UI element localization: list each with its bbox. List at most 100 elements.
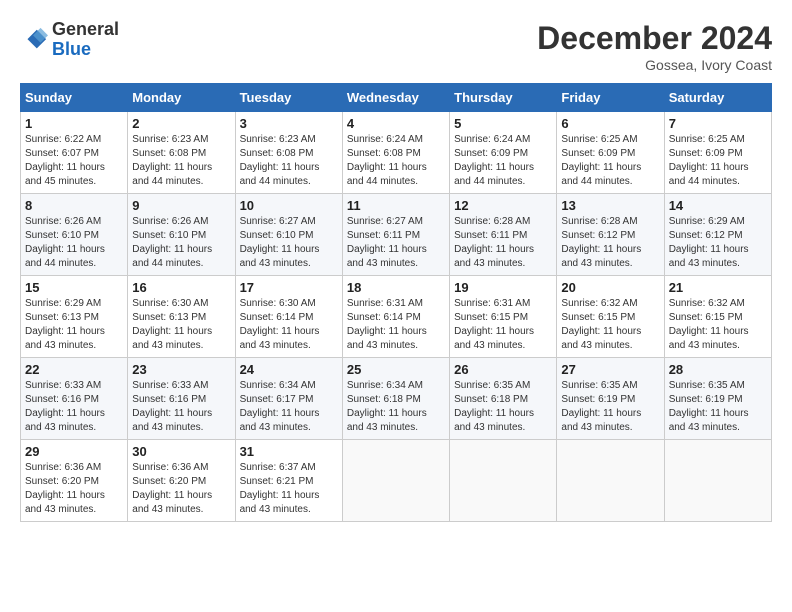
day-detail: Sunrise: 6:34 AM Sunset: 6:17 PM Dayligh… (240, 379, 338, 435)
calendar-cell: 13 Sunrise: 6:28 AM Sunset: 6:12 PM Dayli… (557, 194, 664, 276)
calendar-cell: 28Sunrise: 6:35 AM Sunset: 6:19 PM Dayli… (664, 358, 771, 440)
calendar-cell: 16 Sunrise: 6:30 AM Sunset: 6:13 PM Dayli… (128, 276, 235, 358)
calendar-cell: 22 Sunrise: 6:33 AM Sunset: 6:16 PM Dayli… (21, 358, 128, 440)
day-detail: Sunrise: 6:32 AM Sunset: 6:15 PM Dayligh… (561, 297, 659, 353)
day-detail: Sunrise: 6:30 AM Sunset: 6:14 PM Dayligh… (240, 297, 338, 353)
day-detail: Sunrise: 6:23 AM Sunset: 6:08 PM Dayligh… (240, 133, 338, 189)
logo-text: General Blue (52, 20, 119, 60)
day-detail: Sunrise: 6:25 AM Sunset: 6:09 PM Dayligh… (561, 133, 659, 189)
calendar-cell (557, 440, 664, 522)
calendar-cell: 2 Sunrise: 6:23 AM Sunset: 6:08 PM Daylig… (128, 112, 235, 194)
day-number: 13 (561, 198, 659, 213)
calendar-table: SundayMondayTuesdayWednesdayThursdayFrid… (20, 83, 772, 522)
title-area: December 2024 Gossea, Ivory Coast (537, 20, 772, 73)
day-number: 24 (240, 362, 338, 377)
calendar-cell: 10 Sunrise: 6:27 AM Sunset: 6:10 PM Dayli… (235, 194, 342, 276)
calendar-week-5: 29 Sunrise: 6:36 AM Sunset: 6:20 PM Dayli… (21, 440, 772, 522)
day-number: 3 (240, 116, 338, 131)
day-number: 12 (454, 198, 552, 213)
calendar-week-3: 15 Sunrise: 6:29 AM Sunset: 6:13 PM Dayli… (21, 276, 772, 358)
day-detail: Sunrise: 6:35 AM Sunset: 6:18 PM Dayligh… (454, 379, 552, 435)
month-title: December 2024 (537, 20, 772, 57)
day-number: 27 (561, 362, 659, 377)
calendar-cell (450, 440, 557, 522)
calendar-cell: 31Sunrise: 6:37 AM Sunset: 6:21 PM Dayli… (235, 440, 342, 522)
calendar-cell (664, 440, 771, 522)
page-header: General Blue December 2024 Gossea, Ivory… (20, 20, 772, 73)
calendar-week-4: 22 Sunrise: 6:33 AM Sunset: 6:16 PM Dayli… (21, 358, 772, 440)
calendar-cell: 4Sunrise: 6:24 AM Sunset: 6:08 PM Daylig… (342, 112, 449, 194)
day-detail: Sunrise: 6:29 AM Sunset: 6:13 PM Dayligh… (25, 297, 123, 353)
day-detail: Sunrise: 6:35 AM Sunset: 6:19 PM Dayligh… (561, 379, 659, 435)
calendar-cell: 29 Sunrise: 6:36 AM Sunset: 6:20 PM Dayli… (21, 440, 128, 522)
calendar-cell: 15 Sunrise: 6:29 AM Sunset: 6:13 PM Dayli… (21, 276, 128, 358)
day-number: 21 (669, 280, 767, 295)
day-number: 16 (132, 280, 230, 295)
day-number: 18 (347, 280, 445, 295)
weekday-friday: Friday (557, 84, 664, 112)
day-detail: Sunrise: 6:23 AM Sunset: 6:08 PM Dayligh… (132, 133, 230, 189)
day-number: 8 (25, 198, 123, 213)
day-number: 6 (561, 116, 659, 131)
calendar-cell: 8 Sunrise: 6:26 AM Sunset: 6:10 PM Daylig… (21, 194, 128, 276)
day-detail: Sunrise: 6:28 AM Sunset: 6:11 PM Dayligh… (454, 215, 552, 271)
weekday-saturday: Saturday (664, 84, 771, 112)
calendar-cell: 21Sunrise: 6:32 AM Sunset: 6:15 PM Dayli… (664, 276, 771, 358)
calendar-cell: 1Sunrise: 6:22 AM Sunset: 6:07 PM Daylig… (21, 112, 128, 194)
calendar-cell: 20 Sunrise: 6:32 AM Sunset: 6:15 PM Dayli… (557, 276, 664, 358)
day-number: 29 (25, 444, 123, 459)
calendar-cell: 19Sunrise: 6:31 AM Sunset: 6:15 PM Dayli… (450, 276, 557, 358)
day-detail: Sunrise: 6:31 AM Sunset: 6:15 PM Dayligh… (454, 297, 552, 353)
calendar-cell (342, 440, 449, 522)
calendar-week-1: 1Sunrise: 6:22 AM Sunset: 6:07 PM Daylig… (21, 112, 772, 194)
day-detail: Sunrise: 6:27 AM Sunset: 6:11 PM Dayligh… (347, 215, 445, 271)
day-detail: Sunrise: 6:27 AM Sunset: 6:10 PM Dayligh… (240, 215, 338, 271)
weekday-tuesday: Tuesday (235, 84, 342, 112)
day-detail: Sunrise: 6:36 AM Sunset: 6:20 PM Dayligh… (25, 461, 123, 517)
calendar-cell: 9Sunrise: 6:26 AM Sunset: 6:10 PM Daylig… (128, 194, 235, 276)
day-number: 23 (132, 362, 230, 377)
calendar-cell: 14 Sunrise: 6:29 AM Sunset: 6:12 PM Dayli… (664, 194, 771, 276)
day-number: 20 (561, 280, 659, 295)
calendar-cell: 6 Sunrise: 6:25 AM Sunset: 6:09 PM Daylig… (557, 112, 664, 194)
calendar-cell: 30 Sunrise: 6:36 AM Sunset: 6:20 PM Dayli… (128, 440, 235, 522)
weekday-monday: Monday (128, 84, 235, 112)
day-number: 30 (132, 444, 230, 459)
day-number: 2 (132, 116, 230, 131)
calendar-body: 1Sunrise: 6:22 AM Sunset: 6:07 PM Daylig… (21, 112, 772, 522)
day-detail: Sunrise: 6:35 AM Sunset: 6:19 PM Dayligh… (669, 379, 767, 435)
day-number: 5 (454, 116, 552, 131)
calendar-cell: 3 Sunrise: 6:23 AM Sunset: 6:08 PM Daylig… (235, 112, 342, 194)
calendar-cell: 7 Sunrise: 6:25 AM Sunset: 6:09 PM Daylig… (664, 112, 771, 194)
day-number: 17 (240, 280, 338, 295)
day-number: 7 (669, 116, 767, 131)
day-detail: Sunrise: 6:29 AM Sunset: 6:12 PM Dayligh… (669, 215, 767, 271)
day-number: 15 (25, 280, 123, 295)
calendar-cell: 23Sunrise: 6:33 AM Sunset: 6:16 PM Dayli… (128, 358, 235, 440)
weekday-header-row: SundayMondayTuesdayWednesdayThursdayFrid… (21, 84, 772, 112)
day-detail: Sunrise: 6:26 AM Sunset: 6:10 PM Dayligh… (132, 215, 230, 271)
day-detail: Sunrise: 6:22 AM Sunset: 6:07 PM Dayligh… (25, 133, 123, 189)
logo-blue: Blue (52, 39, 91, 59)
day-number: 10 (240, 198, 338, 213)
calendar-cell: 27 Sunrise: 6:35 AM Sunset: 6:19 PM Dayli… (557, 358, 664, 440)
day-detail: Sunrise: 6:36 AM Sunset: 6:20 PM Dayligh… (132, 461, 230, 517)
day-number: 14 (669, 198, 767, 213)
day-number: 4 (347, 116, 445, 131)
day-detail: Sunrise: 6:34 AM Sunset: 6:18 PM Dayligh… (347, 379, 445, 435)
weekday-wednesday: Wednesday (342, 84, 449, 112)
calendar-cell: 25 Sunrise: 6:34 AM Sunset: 6:18 PM Dayli… (342, 358, 449, 440)
day-detail: Sunrise: 6:24 AM Sunset: 6:09 PM Dayligh… (454, 133, 552, 189)
weekday-thursday: Thursday (450, 84, 557, 112)
logo-icon (20, 26, 48, 54)
day-detail: Sunrise: 6:26 AM Sunset: 6:10 PM Dayligh… (25, 215, 123, 271)
day-number: 25 (347, 362, 445, 377)
day-detail: Sunrise: 6:28 AM Sunset: 6:12 PM Dayligh… (561, 215, 659, 271)
day-detail: Sunrise: 6:30 AM Sunset: 6:13 PM Dayligh… (132, 297, 230, 353)
day-number: 22 (25, 362, 123, 377)
weekday-sunday: Sunday (21, 84, 128, 112)
location: Gossea, Ivory Coast (537, 57, 772, 73)
day-detail: Sunrise: 6:25 AM Sunset: 6:09 PM Dayligh… (669, 133, 767, 189)
day-detail: Sunrise: 6:33 AM Sunset: 6:16 PM Dayligh… (25, 379, 123, 435)
day-detail: Sunrise: 6:37 AM Sunset: 6:21 PM Dayligh… (240, 461, 338, 517)
